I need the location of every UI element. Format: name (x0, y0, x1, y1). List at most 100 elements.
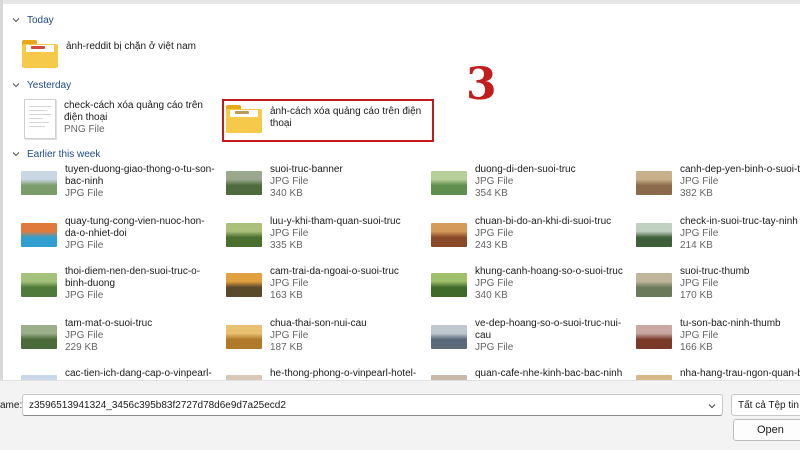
file-item[interactable]: quay-tung-cong-vien-nuoc-hon-da-o-nhiet-… (21, 216, 215, 252)
file-size: 166 KB (680, 342, 713, 353)
image-thumbnail (21, 273, 57, 297)
image-thumbnail (21, 171, 57, 195)
file-type: PNG File (64, 124, 105, 135)
image-thumbnail (226, 325, 262, 349)
file-item[interactable]: thoi-diem-nen-den-suoi-truc-o-binh-duong… (21, 266, 215, 302)
file-list[interactable]: Today ảnh-reddit bị chặn ở việt nam Yest… (3, 4, 800, 380)
file-type: JPG File (65, 240, 104, 251)
chevron-down-icon (11, 80, 21, 90)
file-item[interactable]: luu-y-khi-tham-quan-suoi-truc JPG File 335… (226, 216, 420, 252)
image-thumbnail (226, 273, 262, 297)
file-item[interactable]: suoi-truc-banner JPG File 340 KB (226, 164, 420, 200)
file-name: check-cách xóa quảng cáo trên điện thoại (64, 100, 203, 123)
file-name-label: ame: (0, 400, 23, 411)
file-size: 187 KB (270, 342, 303, 353)
file-item[interactable]: tu-son-bac-ninh-thumb JPG File 166 KB (636, 318, 800, 354)
group-label-yesterday: Yesterday (27, 79, 72, 91)
file-type-select[interactable]: Tất cả Tệp tin (731, 394, 800, 416)
file-name: quan-cafe-nhe-kinh-bac-bac-ninh (475, 368, 623, 379)
step-number: 3 (466, 59, 497, 110)
file-name: ảnh-reddit bị chặn ở việt nam (66, 41, 196, 52)
file-item[interactable]: duong-di-den-suoi-truc JPG File 354 KB (431, 164, 625, 200)
file-size: 354 KB (475, 188, 508, 199)
file-item[interactable]: nha-hang-trau-ngon-quan-bac (636, 368, 800, 380)
file-dialog-footer: ame: Tất cả Tệp tin Open (0, 380, 800, 450)
file-size: 340 KB (475, 290, 508, 301)
image-thumbnail (636, 325, 672, 349)
image-thumbnail (431, 325, 467, 349)
file-name: cam-trai-da-ngoai-o-suoi-truc (270, 266, 399, 277)
file-item[interactable]: chua-thai-son-nui-cau JPG File 187 KB (226, 318, 420, 354)
file-item[interactable]: tam-mat-o-suoi-truc JPG File 229 KB (21, 318, 215, 354)
image-thumbnail (21, 325, 57, 349)
file-item[interactable]: he-thong-phong-o-vinpearl-hotel- (226, 368, 420, 380)
chevron-down-icon (11, 15, 21, 25)
file-item[interactable]: chuan-bi-do-an-khi-di-suoi-truc JPG File 2… (431, 216, 625, 252)
group-header-today[interactable]: Today (11, 13, 54, 27)
file-name: check-in-suoi-truc-tay-ninh (680, 216, 798, 227)
file-name: tu-son-bac-ninh-thumb (680, 318, 781, 329)
file-type: JPG File (65, 188, 104, 199)
file-type: JPG File (475, 278, 514, 289)
file-item[interactable]: check-cách xóa quảng cáo trên điện thoại… (24, 99, 204, 139)
file-item[interactable]: cac-tien-ich-dang-cap-o-vinpearl-h (21, 368, 215, 380)
file-type: JPG File (475, 228, 514, 239)
file-size: 163 KB (270, 290, 303, 301)
file-size: 335 KB (270, 240, 303, 251)
file-size: 170 KB (680, 290, 713, 301)
file-name-input[interactable] (22, 394, 723, 416)
file-type: JPG File (475, 176, 514, 187)
file-name: suoi-truc-banner (270, 164, 343, 175)
file-name: canh-dep-yen-binh-o-suoi-tr (680, 164, 800, 175)
file-name: chua-thai-son-nui-cau (270, 318, 367, 329)
file-item[interactable]: tuyen-duong-giao-thong-o-tu-son-bac-ninh… (21, 164, 215, 200)
chevron-down-icon[interactable] (707, 401, 717, 411)
file-name: ve-dep-hoang-so-o-suoi-truc-nui-cau (475, 318, 622, 341)
file-type: JPG File (270, 330, 309, 341)
file-name: tuyen-duong-giao-thong-o-tu-son-bac-ninh (65, 164, 215, 187)
group-header-yesterday[interactable]: Yesterday (11, 78, 71, 92)
file-name: luu-y-khi-tham-quan-suoi-truc (270, 216, 401, 227)
file-item[interactable]: cam-trai-da-ngoai-o-suoi-truc JPG File 163… (226, 266, 420, 302)
image-thumbnail (431, 171, 467, 195)
file-type: JPG File (680, 228, 719, 239)
file-name: chuan-bi-do-an-khi-di-suoi-truc (475, 216, 612, 227)
file-item[interactable]: suoi-truc-thumb JPG File 170 KB (636, 266, 800, 302)
file-type: JPG File (270, 278, 309, 289)
file-type: JPG File (270, 228, 309, 239)
file-size: 214 KB (680, 240, 713, 251)
file-type: JPG File (680, 278, 719, 289)
image-thumbnail (636, 223, 672, 247)
file-name: he-thong-phong-o-vinpearl-hotel- (270, 368, 417, 379)
file-item[interactable]: ve-dep-hoang-so-o-suoi-truc-nui-cau JPG F… (431, 318, 625, 354)
file-name: quay-tung-cong-vien-nuoc-hon-da-o-nhiet-… (65, 216, 205, 239)
chevron-down-icon (11, 149, 21, 159)
group-label-today: Today (27, 14, 54, 26)
image-thumbnail (636, 171, 672, 195)
file-size: 243 KB (475, 240, 508, 251)
file-item[interactable]: quan-cafe-nhe-kinh-bac-bac-ninh (431, 368, 625, 380)
file-item[interactable]: canh-dep-yen-binh-o-suoi-tr JPG File 382 K… (636, 164, 800, 200)
file-name: cac-tien-ich-dang-cap-o-vinpearl-h (65, 368, 212, 379)
image-thumbnail (636, 273, 672, 297)
file-item[interactable]: ảnh-reddit bị chặn ở việt nam (22, 38, 196, 68)
file-name: thoi-diem-nen-den-suoi-truc-o-binh-duong (65, 266, 201, 289)
file-type: JPG File (680, 330, 719, 341)
group-header-earlier-this-week[interactable]: Earlier this week (11, 147, 100, 161)
file-type: JPG File (680, 176, 719, 187)
file-name: suoi-truc-thumb (680, 266, 750, 277)
folder-icon (22, 38, 58, 68)
open-button[interactable]: Open (733, 419, 800, 441)
file-size: 382 KB (680, 188, 713, 199)
file-type: JPG File (475, 342, 514, 353)
image-thumbnail (431, 273, 467, 297)
file-type: JPG File (65, 330, 104, 341)
file-name: nha-hang-trau-ngon-quan-bac (680, 368, 800, 379)
file-name: tam-mat-o-suoi-truc (65, 318, 153, 329)
file-item[interactable]: khung-canh-hoang-so-o-suoi-truc JPG File 3… (431, 266, 625, 302)
group-label-earlier: Earlier this week (27, 148, 101, 160)
image-thumbnail (21, 223, 57, 247)
file-name: duong-di-den-suoi-truc (475, 164, 576, 175)
image-thumbnail (431, 223, 467, 247)
file-item[interactable]: check-in-suoi-truc-tay-ninh JPG File 214 K… (636, 216, 800, 252)
